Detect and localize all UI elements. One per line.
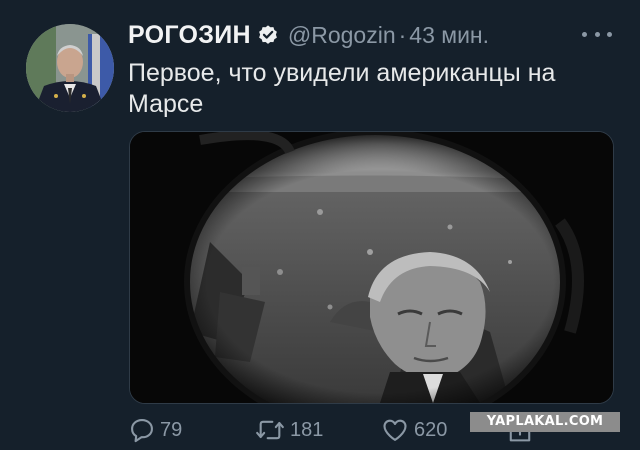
like-button[interactable]: 620 [380, 412, 447, 448]
retweet-icon [256, 420, 284, 440]
more-options-icon[interactable] [582, 26, 612, 42]
heart-icon [383, 419, 407, 441]
reply-icon [131, 419, 153, 443]
timestamp[interactable]: 43 мин. [409, 22, 489, 49]
like-count: 620 [414, 418, 448, 441]
display-name[interactable]: РОГОЗИН [128, 21, 251, 50]
avatar[interactable] [26, 24, 114, 112]
retweet-count: 181 [290, 418, 324, 441]
tweet-actions: 79 181 620 [128, 412, 531, 448]
tweet-text: Первое, что увидели американцы на Марсе [128, 59, 556, 118]
reply-count: 79 [160, 418, 183, 441]
user-handle[interactable]: @Rogozin [288, 22, 396, 49]
watermark: YAPLAKAL.COM [470, 412, 620, 432]
verified-badge-icon [257, 24, 279, 46]
retweet-button[interactable]: 181 [254, 412, 323, 448]
tweet-header: РОГОЗИН @Rogozin · 43 мин. [128, 18, 489, 52]
avatar-image [26, 24, 114, 112]
reply-button[interactable]: 79 [128, 412, 182, 448]
separator-dot: · [398, 21, 407, 48]
tweet-media-image[interactable] [129, 131, 614, 404]
